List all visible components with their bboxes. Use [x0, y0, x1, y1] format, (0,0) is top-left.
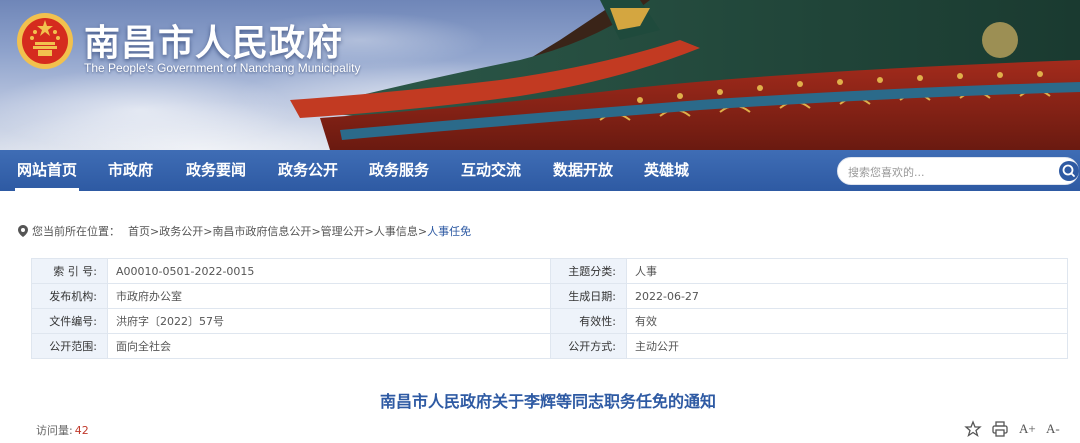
disclosure-method-value: 主动公开: [626, 333, 1068, 359]
nav-item-government-news[interactable]: 政务要闻: [186, 150, 246, 191]
document-number-label: 文件编号:: [31, 308, 108, 334]
breadcrumb-personnel-info[interactable]: 人事信息: [374, 223, 418, 239]
disclosure-scope-label: 公开范围:: [31, 333, 108, 359]
generation-date-label: 生成日期:: [550, 283, 627, 309]
site-subtitle: The People's Government of Nanchang Muni…: [84, 61, 361, 75]
index-number-value: A00010-0501-2022-0015: [107, 258, 551, 284]
table-row: 发布机构: 市政府办公室 生成日期: 2022-06-27: [31, 283, 1068, 309]
issuing-agency-label: 发布机构:: [31, 283, 108, 309]
document-info-table: 索 引 号: A00010-0501-2022-0015 主题分类: 人事 发布…: [31, 258, 1068, 359]
font-decrease-button[interactable]: A-: [1046, 420, 1064, 438]
search-input[interactable]: [848, 161, 1048, 183]
star-icon[interactable]: [964, 420, 982, 438]
visit-count: 访问量: 42: [36, 422, 89, 438]
breadcrumb-separator: >: [150, 224, 160, 238]
generation-date-value: 2022-06-27: [626, 283, 1068, 309]
table-row: 索 引 号: A00010-0501-2022-0015 主题分类: 人事: [31, 258, 1068, 284]
breadcrumb-label: 您当前所在位置：: [32, 225, 120, 238]
validity-label: 有效性:: [550, 308, 627, 334]
site-title: 南昌市人民政府: [84, 23, 344, 64]
breadcrumb-separator: >: [203, 224, 213, 238]
print-icon[interactable]: [991, 420, 1009, 438]
index-number-label: 索 引 号:: [31, 258, 108, 284]
location-pin-icon: [18, 225, 28, 237]
breadcrumb-info-disclosure[interactable]: 南昌市政府信息公开: [212, 223, 311, 239]
nav-item-interaction[interactable]: 互动交流: [461, 150, 521, 191]
visit-count-label: 访问量:: [36, 424, 73, 437]
topic-category-value: 人事: [626, 258, 1068, 284]
topic-category-label: 主题分类:: [550, 258, 627, 284]
disclosure-method-label: 公开方式:: [550, 333, 627, 359]
breadcrumb: 您当前所在位置： 首页 > 政务公开 > 南昌市政府信息公开 > 管理公开 > …: [18, 224, 471, 238]
breadcrumb-separator: >: [364, 224, 374, 238]
nav-item-hero-city[interactable]: 英雄城: [644, 150, 689, 191]
national-emblem-icon: [17, 13, 73, 69]
search-box: [837, 157, 1079, 185]
table-row: 文件编号: 洪府字〔2022〕57号 有效性: 有效: [31, 308, 1068, 334]
nav-item-home[interactable]: 网站首页: [14, 150, 80, 191]
visit-count-value: 42: [74, 424, 89, 437]
document-number-value: 洪府字〔2022〕57号: [107, 308, 551, 334]
breadcrumb-management-disclosure[interactable]: 管理公开: [321, 223, 365, 239]
breadcrumb-separator: >: [417, 224, 428, 238]
table-row: 公开范围: 面向全社会 公开方式: 主动公开: [31, 333, 1068, 359]
search-button[interactable]: [1059, 161, 1079, 181]
nav-item-open-data[interactable]: 数据开放: [553, 150, 613, 191]
breadcrumb-home[interactable]: 首页: [128, 223, 150, 239]
breadcrumb-separator: >: [311, 224, 321, 238]
validity-value: 有效: [626, 308, 1068, 334]
font-increase-button[interactable]: A+: [1019, 420, 1037, 438]
nav-item-government-services[interactable]: 政务服务: [369, 150, 429, 191]
nav-item-government-disclosure[interactable]: 政务公开: [278, 150, 338, 191]
search-icon: [1062, 164, 1075, 177]
article-title: 南昌市人民政府关于李辉等同志职务任免的通知: [379, 392, 716, 411]
breadcrumb-government-disclosure[interactable]: 政务公开: [159, 223, 203, 239]
header-banner: 南昌市人民政府 The People's Government of Nanch…: [0, 0, 1080, 150]
nav-item-city-government[interactable]: 市政府: [108, 150, 153, 191]
breadcrumb-appointments[interactable]: 人事任免: [427, 223, 471, 239]
disclosure-scope-value: 面向全社会: [107, 333, 551, 359]
issuing-agency-value: 市政府办公室: [107, 283, 551, 309]
